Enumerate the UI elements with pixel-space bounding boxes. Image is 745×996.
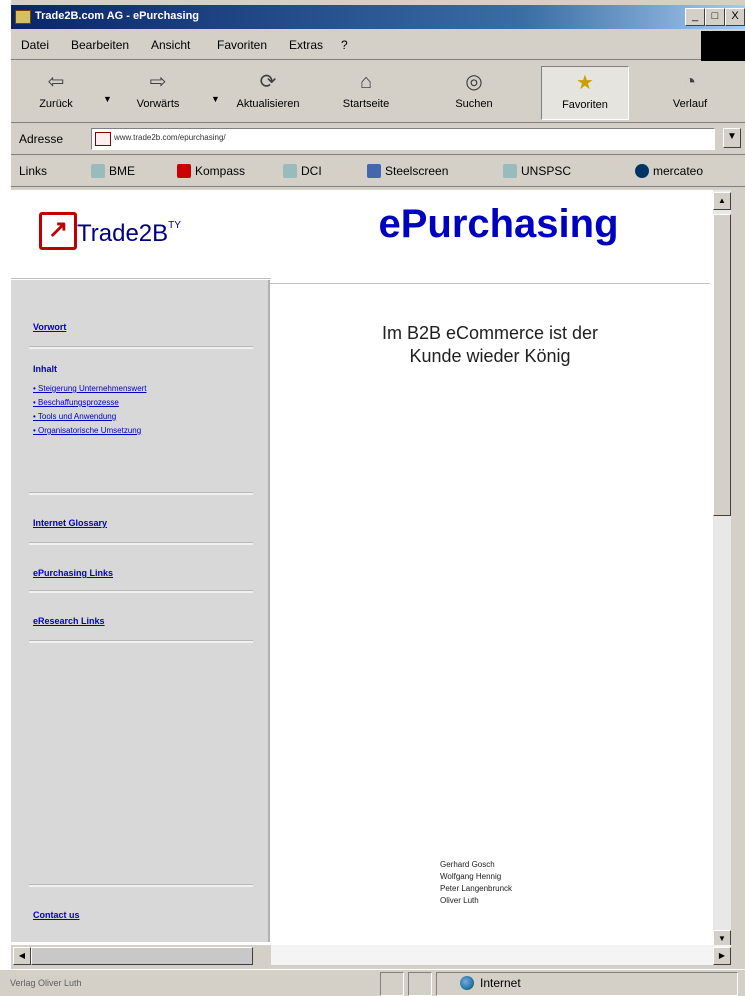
link-page-icon (367, 164, 381, 178)
menu-datei[interactable]: Datei (21, 38, 49, 52)
refresh-icon: ⟳ (259, 71, 277, 93)
refresh-button[interactable]: ⟳ Aktualisieren (225, 66, 311, 118)
scroll-right-icon[interactable]: ▶ (713, 947, 731, 965)
status-text: Verlag Oliver Luth (10, 978, 82, 988)
trade2b-logo-icon[interactable]: ↗ (39, 212, 77, 250)
link-page-icon (635, 164, 649, 178)
status-cell (408, 972, 432, 996)
favorites-button[interactable]: ★ Favoriten (541, 66, 629, 120)
vertical-scrollbar[interactable]: ▲ ▼ (713, 190, 731, 952)
nav-glossary[interactable]: Internet Glossary (33, 518, 107, 528)
nav-inhalt-item[interactable]: • Steigerung Unternehmenswert (33, 384, 147, 393)
nav-divider (29, 346, 253, 349)
main-content-frame: Im B2B eCommerce ist der Kunde wieder Kö… (270, 283, 710, 952)
link-page-icon (503, 164, 517, 178)
nav-inhalt: Inhalt (33, 364, 57, 374)
nav-inhalt-item[interactable]: • Tools und Anwendung (33, 412, 116, 421)
menu-bearbeiten[interactable]: Bearbeiten (71, 38, 129, 52)
menu-bar: Datei Bearbeiten Ansicht Favoriten Extra… (11, 29, 745, 61)
nav-divider (29, 542, 253, 545)
standard-toolbar: ⇦ Zurück ▼ ⇨ Vorwärts ▼ ⟳ Aktualisieren … (11, 60, 745, 123)
search-button[interactable]: ◎ Suchen (431, 66, 517, 118)
status-bar: Verlag Oliver Luth Internet (0, 969, 745, 996)
status-cell (380, 972, 404, 996)
minimize-button[interactable]: _ (685, 8, 705, 26)
page-icon (95, 132, 111, 146)
links-label: Links (19, 164, 48, 178)
nav-divider (29, 884, 253, 887)
nav-inhalt-item[interactable]: • Beschaffungsprozesse (33, 398, 119, 407)
forward-arrow-icon: ⇨ (149, 71, 167, 93)
nav-frame: Vorwort Inhalt • Steigerung Unternehmens… (11, 280, 270, 942)
link-page-icon (91, 164, 105, 178)
search-icon: ◎ (465, 71, 483, 93)
menu-ansicht[interactable]: Ansicht (151, 38, 190, 52)
link-steelscreen[interactable]: Steelscreen (367, 164, 448, 178)
page-title: ePurchasing (378, 202, 619, 246)
scroll-up-icon[interactable]: ▲ (713, 192, 731, 210)
forward-dropdown-icon[interactable]: ▼ (211, 94, 220, 104)
page-viewport: ↗ Trade2BTY ePurchasing Vorwort Inhalt •… (11, 190, 726, 952)
address-bar: Adresse www.trade2b.com/epurchasing/ ▼ (11, 124, 745, 155)
menu-extras[interactable]: Extras (289, 38, 323, 52)
link-page-icon (177, 164, 191, 178)
link-mercateo[interactable]: mercateo (635, 164, 703, 178)
nav-vorwort[interactable]: Vorwort (33, 322, 66, 332)
content-hscroll-area[interactable]: ▶ (271, 945, 731, 965)
window-title: Trade2B.com AG - ePurchasing (35, 10, 200, 22)
link-page-icon (283, 164, 297, 178)
menu-help[interactable]: ? (341, 38, 348, 52)
horizontal-scrollbar[interactable]: ◀ (11, 945, 271, 965)
scroll-left-icon[interactable]: ◀ (13, 947, 31, 965)
title-bar: Trade2B.com AG - ePurchasing _ □ X (11, 5, 745, 29)
security-zone: Internet (460, 976, 521, 990)
header-frame: ePurchasing (271, 190, 726, 280)
home-button[interactable]: ⌂ Startseite (323, 66, 409, 118)
maximize-button[interactable]: □ (705, 8, 725, 26)
logo-text: Trade2BTY (77, 220, 181, 247)
address-label: Adresse (19, 132, 64, 146)
nav-divider (29, 590, 253, 593)
nav-epurchasing-links[interactable]: ePurchasing Links (33, 568, 113, 578)
link-bme[interactable]: BME (91, 164, 135, 178)
back-button[interactable]: ⇦ Zurück (13, 66, 99, 118)
throbber-area (701, 31, 745, 61)
favorites-folder-icon: ★ (576, 72, 594, 94)
link-unspsc[interactable]: UNSPSC (503, 164, 571, 178)
h-scroll-thumb[interactable] (31, 947, 253, 965)
nav-divider (29, 492, 253, 495)
links-bar: Links BME Kompass DCI Steelscreen UNSPSC… (11, 156, 745, 187)
back-dropdown-icon[interactable]: ▼ (103, 94, 112, 104)
window-controls: _ □ X (685, 8, 745, 26)
address-dropdown-icon[interactable]: ▼ (723, 128, 741, 148)
history-icon: ◔ (683, 71, 697, 93)
link-kompass[interactable]: Kompass (177, 164, 245, 178)
address-input[interactable]: www.trade2b.com/epurchasing/ (91, 128, 715, 150)
back-arrow-icon: ⇦ (47, 71, 65, 93)
home-icon: ⌂ (359, 71, 373, 93)
close-button[interactable]: X (725, 8, 745, 26)
nav-inhalt-item[interactable]: • Organisatorische Umsetzung (33, 426, 141, 435)
address-value: www.trade2b.com/epurchasing/ (114, 133, 226, 142)
nav-eresearch-links[interactable]: eResearch Links (33, 616, 105, 626)
forward-button[interactable]: ⇨ Vorwärts (115, 66, 201, 118)
logo-frame: ↗ Trade2BTY (11, 190, 272, 279)
slogan: Im B2B eCommerce ist der Kunde wieder Kö… (381, 323, 599, 366)
ie-window-icon (15, 10, 31, 24)
history-button[interactable]: ◔ Verlauf (647, 66, 733, 118)
authors-list: Gerhard Gosch Wolfgang Hennig Peter Lang… (440, 860, 513, 905)
menu-favoriten[interactable]: Favoriten (217, 38, 267, 52)
internet-zone-icon (460, 976, 474, 990)
nav-divider (29, 640, 253, 643)
nav-contact[interactable]: Contact us (33, 910, 80, 920)
scroll-thumb[interactable] (713, 214, 731, 516)
link-dci[interactable]: DCI (283, 164, 322, 178)
